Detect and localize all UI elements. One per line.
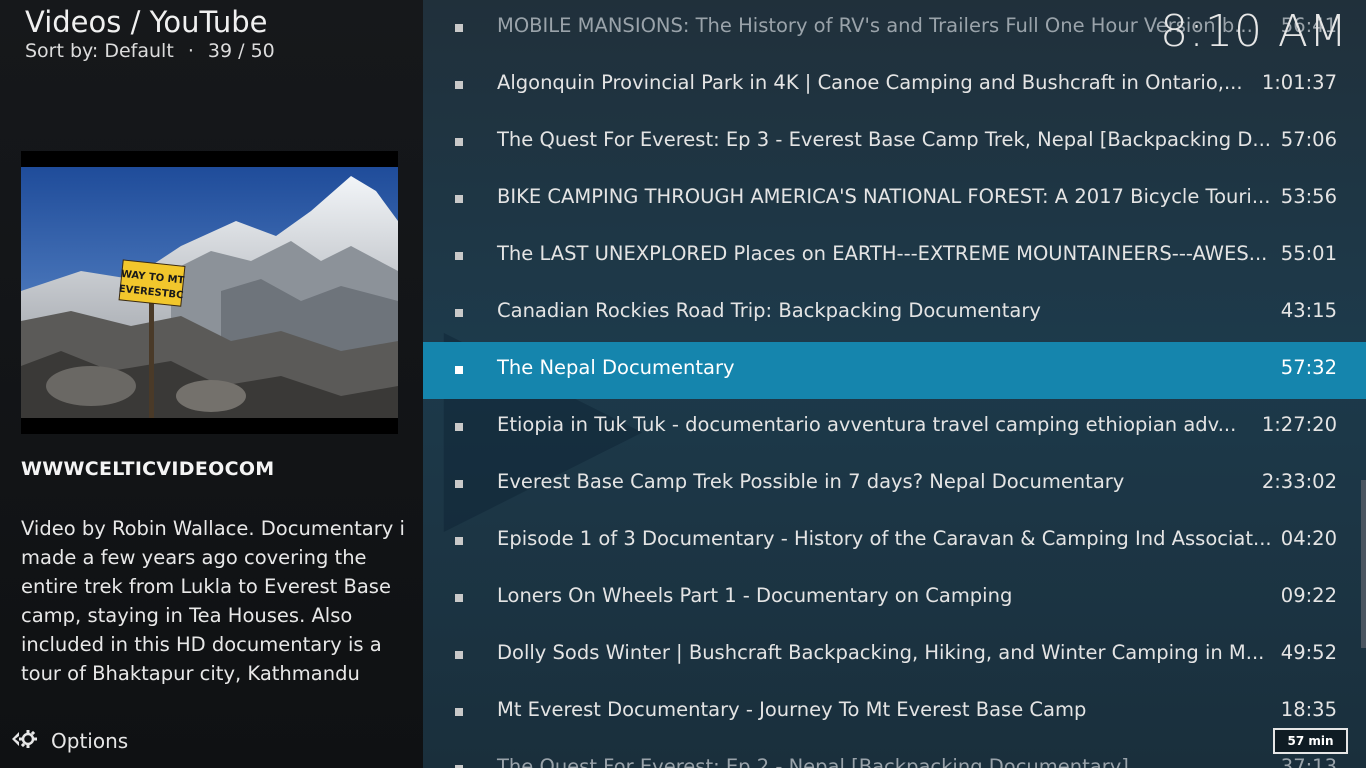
list-item[interactable]: Canadian Rockies Road Trip: Backpacking … xyxy=(423,285,1366,342)
list-item-duration: 55:01 xyxy=(1280,242,1337,265)
list-item[interactable]: The LAST UNEXPLORED Places on EARTH---EX… xyxy=(423,228,1366,285)
list-item-title: Episode 1 of 3 Documentary - History of … xyxy=(497,527,1272,550)
bullet-icon xyxy=(455,366,463,374)
list-item[interactable]: Mt Everest Documentary - Journey To Mt E… xyxy=(423,684,1366,741)
list-item-duration: 43:15 xyxy=(1280,299,1337,322)
video-thumbnail: WAY TO MT EVERESTBC xyxy=(21,151,398,434)
list-item-title: Everest Base Camp Trek Possible in 7 day… xyxy=(497,470,1125,493)
list-item-title: Mt Everest Documentary - Journey To Mt E… xyxy=(497,698,1087,721)
sort-label[interactable]: Sort by: Default xyxy=(25,40,174,62)
list-item[interactable]: Loners On Wheels Part 1 - Documentary on… xyxy=(423,570,1366,627)
bullet-icon xyxy=(455,138,463,146)
page-title: Videos / YouTube xyxy=(25,5,268,39)
duration-badge: 57 min xyxy=(1273,728,1348,754)
bullet-icon xyxy=(455,252,463,260)
list-item-duration: 57:32 xyxy=(1280,356,1337,379)
list-item-title: The Quest For Everest: Ep 3 - Everest Ba… xyxy=(497,128,1271,151)
list-item-duration: 57:06 xyxy=(1280,128,1337,151)
list-item[interactable]: Dolly Sods Winter | Bushcraft Backpackin… xyxy=(423,627,1366,684)
list-item-duration: 37:13 xyxy=(1280,755,1337,768)
list-item[interactable]: The Quest For Everest: Ep 2 - Nepal [Bac… xyxy=(423,741,1366,768)
list-item-duration: 2:33:02 xyxy=(1261,470,1337,493)
list-item-duration: 53:56 xyxy=(1280,185,1337,208)
list-item-duration: 09:22 xyxy=(1280,584,1337,607)
sort-separator: · xyxy=(187,40,194,62)
list-item-title: Loners On Wheels Part 1 - Documentary on… xyxy=(497,584,1013,607)
list-item-duration: 1:01:37 xyxy=(1261,71,1337,94)
item-position: 39 / 50 xyxy=(207,40,275,62)
list-item[interactable]: Algonquin Provincial Park in 4K | Canoe … xyxy=(423,57,1366,114)
options-icon xyxy=(10,725,38,757)
list-item-title: BIKE CAMPING THROUGH AMERICA'S NATIONAL … xyxy=(497,185,1271,208)
list-item[interactable]: The Quest For Everest: Ep 3 - Everest Ba… xyxy=(423,114,1366,171)
list-item[interactable]: The Nepal Documentary 57:32 xyxy=(423,342,1366,399)
list-item-title: MOBILE MANSIONS: The History of RV's and… xyxy=(497,14,1253,37)
list-item-title: The LAST UNEXPLORED Places on EARTH---EX… xyxy=(497,242,1268,265)
video-description: Video by Robin Wallace. Documentary i ma… xyxy=(21,517,405,685)
list-item-duration: 49:52 xyxy=(1280,641,1337,664)
list-item-title: Canadian Rockies Road Trip: Backpacking … xyxy=(497,299,1041,322)
list-item-title: Etiopia in Tuk Tuk - documentario avvent… xyxy=(497,413,1237,436)
list-item[interactable]: BIKE CAMPING THROUGH AMERICA'S NATIONAL … xyxy=(423,171,1366,228)
bullet-icon xyxy=(455,195,463,203)
list-item-duration: 1:27:20 xyxy=(1261,413,1337,436)
options-label: Options xyxy=(51,729,129,753)
bullet-icon xyxy=(455,309,463,317)
clock: 8:10 AM xyxy=(1160,6,1348,57)
scrollbar[interactable] xyxy=(1361,480,1366,648)
bullet-icon xyxy=(455,651,463,659)
bullet-icon xyxy=(455,480,463,488)
list-item[interactable]: Episode 1 of 3 Documentary - History of … xyxy=(423,513,1366,570)
list-item-title: The Quest For Everest: Ep 2 - Nepal [Bac… xyxy=(497,755,1129,768)
options-button[interactable]: Options xyxy=(10,726,128,756)
bullet-icon xyxy=(455,537,463,545)
list-item-title: The Nepal Documentary xyxy=(497,356,735,379)
list-item[interactable]: Everest Base Camp Trek Possible in 7 day… xyxy=(423,456,1366,513)
list-item-duration: 18:35 xyxy=(1280,698,1337,721)
video-list-panel: ▶ MOBILE MANSIONS: The History of RV's a… xyxy=(423,0,1366,768)
list-item-title: Dolly Sods Winter | Bushcraft Backpackin… xyxy=(497,641,1265,664)
list-item[interactable]: Etiopia in Tuk Tuk - documentario avvent… xyxy=(423,399,1366,456)
sort-status: Sort by: Default · 39 / 50 xyxy=(25,40,275,62)
list-item-title: Algonquin Provincial Park in 4K | Canoe … xyxy=(497,71,1243,94)
bullet-icon xyxy=(455,81,463,89)
channel-name: WWWCELTICVIDEOCOM xyxy=(21,458,275,480)
bullet-icon xyxy=(455,423,463,431)
bullet-icon xyxy=(455,708,463,716)
bullet-icon xyxy=(455,594,463,602)
info-panel: Videos / YouTube Sort by: Default · 39 /… xyxy=(0,0,423,768)
bullet-icon xyxy=(455,24,463,32)
list-item-duration: 04:20 xyxy=(1280,527,1337,550)
